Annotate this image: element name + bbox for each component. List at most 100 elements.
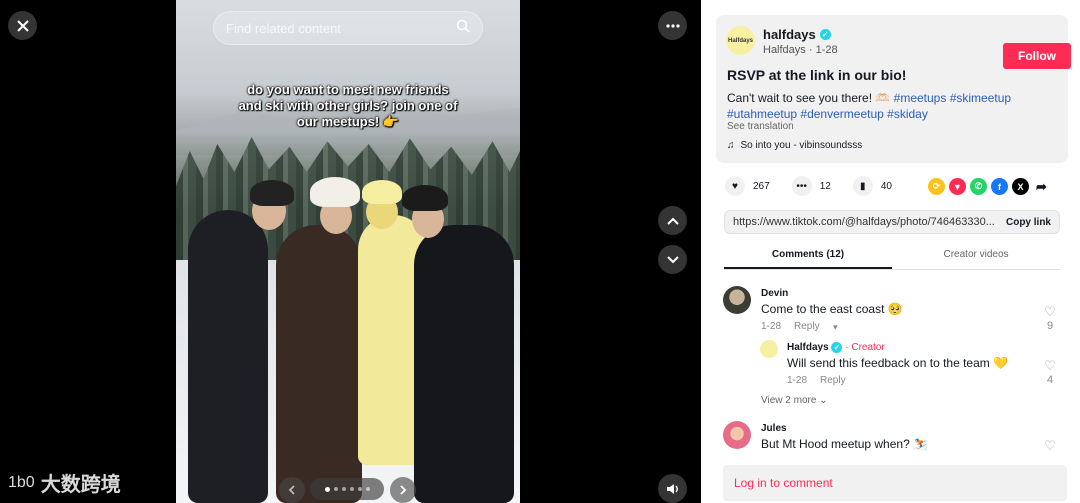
reply-button[interactable]: Reply: [820, 375, 846, 386]
tab-comments[interactable]: Comments (12): [724, 240, 892, 269]
share-arrow-icon[interactable]: ➦: [1033, 178, 1050, 195]
facebook-icon[interactable]: f: [991, 178, 1008, 195]
media-viewer: Find related content do you want to meet…: [0, 0, 701, 503]
hashtag-link[interactable]: #denvermeetup: [800, 107, 883, 121]
comment-text: Come to the east coast 🥺: [761, 302, 903, 316]
watermark-text: 大数跨境: [40, 474, 121, 496]
comment-icon[interactable]: •••: [791, 176, 812, 196]
follow-button[interactable]: Follow: [1003, 43, 1071, 69]
comment-tabs: Comments (12) Creator videos: [724, 240, 1060, 270]
verified-badge-icon: ✓: [831, 342, 843, 353]
comment-like-count: 9: [1046, 320, 1054, 332]
search-icon[interactable]: [456, 19, 470, 38]
heart-icon[interactable]: ♡: [1042, 304, 1058, 320]
reply-button[interactable]: Reply: [794, 321, 820, 332]
avatar[interactable]: [760, 340, 778, 358]
hashtag-link[interactable]: #meetups: [894, 91, 947, 105]
share-url[interactable]: https://www.tiktok.com/@halfdays/photo/7…: [733, 216, 1006, 228]
send-icon[interactable]: ▼: [949, 178, 966, 195]
music-link[interactable]: ♫ So into you - vibinsoundsss: [727, 140, 862, 151]
save-count: 40: [880, 180, 892, 192]
person-1: [188, 210, 268, 503]
music-title[interactable]: So into you - vibinsoundsss: [741, 140, 863, 151]
music-note-icon: ♫: [727, 140, 735, 151]
copy-link-button[interactable]: Copy link: [1006, 217, 1051, 228]
heart-icon[interactable]: ♡: [1042, 438, 1058, 454]
pager-dot[interactable]: [365, 487, 370, 491]
tab-creator-videos[interactable]: Creator videos: [892, 240, 1060, 269]
see-translation-link[interactable]: See translation: [727, 121, 794, 132]
comment-author-name[interactable]: Halfdays: [787, 342, 829, 353]
pager-dot[interactable]: [357, 487, 362, 491]
post-info-card: Halfdays halfdays ✓ Halfdays · 1-28 Foll…: [716, 15, 1071, 163]
comment-count: 12: [819, 180, 831, 192]
person-3-hood: [362, 180, 402, 204]
person-1-helmet: [250, 180, 294, 206]
comment-like[interactable]: ♡ 9: [1042, 304, 1058, 332]
desc-text: Can't wait to see you there! 🫶🏻: [727, 91, 894, 105]
hashtag-link[interactable]: #skiday: [887, 107, 928, 121]
creator-label: · Creator: [845, 342, 885, 353]
ellipsis-icon[interactable]: [658, 11, 687, 40]
person-4: [414, 225, 514, 503]
share-row: ⟳ ▼ ✆ f X ➦: [928, 178, 1050, 195]
prev-photo-button[interactable]: [279, 477, 305, 503]
post-detail-panel: Halfdays halfdays ✓ Halfdays · 1-28 Foll…: [701, 0, 1080, 503]
login-to-comment-bar[interactable]: Log in to comment: [723, 465, 1067, 501]
close-icon[interactable]: [8, 11, 37, 40]
comment-date: 1-28: [761, 321, 782, 332]
repost-icon[interactable]: ⟳: [928, 178, 945, 195]
watermark: 1b0 大数跨境: [8, 468, 121, 497]
next-photo-button[interactable]: [390, 477, 416, 503]
post-title: RSVP at the link in our bio!: [727, 67, 907, 83]
comment-text: Will send this feedback on to the team 💛: [787, 356, 1009, 370]
person-4-helmet: [402, 185, 448, 211]
hashtag-link[interactable]: #utahmeetup: [727, 107, 797, 121]
chevron-up-icon[interactable]: [658, 206, 687, 235]
engagement-bar: ♥ 267 ••• 12 ▮ 40: [725, 176, 906, 196]
search-input[interactable]: Find related content: [226, 21, 456, 36]
comment-date: 1-28: [787, 375, 808, 386]
comment-author[interactable]: Halfdays ✓ · Creator: [787, 342, 885, 353]
username[interactable]: halfdays ✓: [763, 27, 831, 42]
comment-like[interactable]: ♡: [1042, 438, 1058, 454]
heart-icon[interactable]: ♡: [1042, 358, 1058, 374]
comment-text: But Mt Hood meetup when? ⛷️: [761, 437, 929, 451]
person-2-hat: [310, 177, 360, 207]
volume-icon[interactable]: [658, 474, 687, 503]
chevron-down-icon[interactable]: [658, 245, 687, 274]
login-to-comment-link[interactable]: Log in to comment: [734, 476, 833, 490]
comment-author[interactable]: Devin: [761, 288, 788, 299]
heart-icon[interactable]: ♥: [725, 176, 745, 196]
avatar[interactable]: Halfdays: [726, 26, 755, 55]
related-search-bar[interactable]: Find related content: [213, 11, 483, 45]
pager-dot[interactable]: [349, 487, 354, 491]
whatsapp-icon[interactable]: ✆: [970, 178, 987, 195]
x-icon[interactable]: X: [1012, 178, 1029, 195]
watermark-logo: 1b0: [8, 473, 35, 491]
reaction-icon[interactable]: ▾: [833, 322, 838, 333]
pager-dot[interactable]: [333, 487, 338, 491]
photo-caption: do you want to meet new friends and ski …: [238, 82, 458, 129]
pager-dot[interactable]: [324, 486, 330, 492]
view-more-label[interactable]: View 2 more: [761, 395, 816, 406]
chevron-down-icon: ⌄: [819, 395, 828, 406]
username-text[interactable]: halfdays: [763, 27, 816, 42]
verified-badge-icon: ✓: [819, 29, 831, 40]
person-2: [276, 225, 362, 503]
comment-like[interactable]: ♡ 4: [1042, 358, 1058, 386]
comment-like-count: 4: [1046, 374, 1054, 386]
photo-slide[interactable]: [176, 0, 520, 503]
bookmark-icon[interactable]: ▮: [852, 176, 873, 196]
avatar[interactable]: [723, 421, 751, 449]
author-sub: Halfdays · 1-28: [763, 44, 838, 56]
like-count: 267: [753, 180, 770, 192]
pager-dot[interactable]: [341, 487, 346, 491]
share-link-box: https://www.tiktok.com/@halfdays/photo/7…: [724, 210, 1060, 234]
comment-author[interactable]: Jules: [761, 423, 787, 434]
post-description: Can't wait to see you there! 🫶🏻 #meetups…: [727, 90, 1057, 122]
hashtag-link[interactable]: #skimeetup: [950, 91, 1011, 105]
avatar[interactable]: [723, 286, 751, 314]
view-more-replies[interactable]: View 2 more ⌄: [761, 395, 828, 406]
photo-pager[interactable]: [310, 478, 384, 500]
